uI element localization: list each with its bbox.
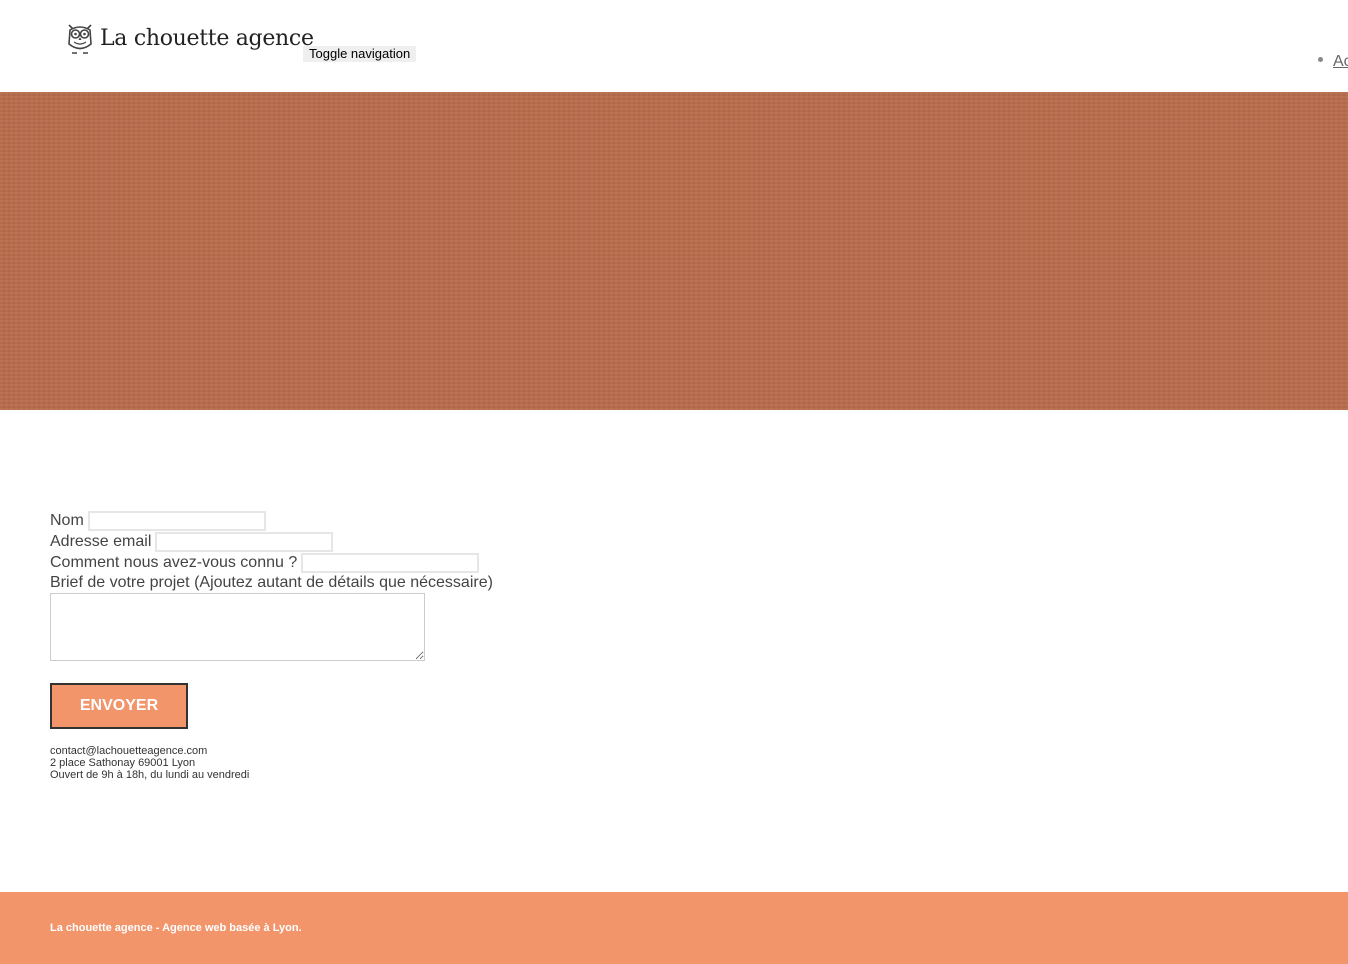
site-footer: La chouette agence - Agence web basée à … — [0, 892, 1348, 964]
nav-link[interactable]: Ac — [1333, 53, 1348, 70]
email-row: Adresse email — [50, 531, 493, 552]
brief-textarea[interactable] — [50, 593, 425, 661]
footer-text: La chouette agence - Agence web basée à … — [50, 922, 302, 934]
toggle-navigation-button[interactable]: Toggle navigation — [303, 46, 417, 62]
hero-banner — [0, 92, 1348, 410]
contact-info: contact@lachouetteagence.com 2 place Sat… — [50, 745, 249, 781]
nav-menu: Ac — [1318, 53, 1348, 71]
contact-form: Nom Adresse email Comment nous avez-vous… — [50, 510, 493, 661]
logo[interactable]: La chouette agence — [64, 20, 314, 56]
owl-icon — [68, 24, 92, 54]
source-label: Comment nous avez-vous connu ? — [50, 553, 298, 571]
site-header: La chouette agence Toggle navigation Ac — [0, 0, 1348, 92]
name-label: Nom — [50, 511, 84, 529]
submit-button[interactable]: ENVOYER — [50, 683, 188, 729]
nav-item: Ac — [1318, 53, 1348, 71]
logo-text: La chouette agence — [100, 25, 314, 51]
contact-hours: Ouvert de 9h à 18h, du lundi au vendredi — [50, 769, 250, 781]
contact-email: contact@lachouetteagence.com — [50, 745, 208, 757]
name-input[interactable] — [87, 510, 266, 531]
source-input[interactable] — [301, 552, 480, 573]
bullet-icon — [1318, 57, 1323, 63]
email-input[interactable] — [155, 531, 334, 552]
brief-label: Brief de votre projet (Ajoutez autant de… — [50, 574, 493, 591]
source-row: Comment nous avez-vous connu ? — [50, 552, 493, 573]
name-row: Nom — [50, 510, 493, 531]
contact-address: 2 place Sathonay 69001 Lyon — [50, 757, 196, 769]
email-label: Adresse email — [50, 532, 152, 550]
